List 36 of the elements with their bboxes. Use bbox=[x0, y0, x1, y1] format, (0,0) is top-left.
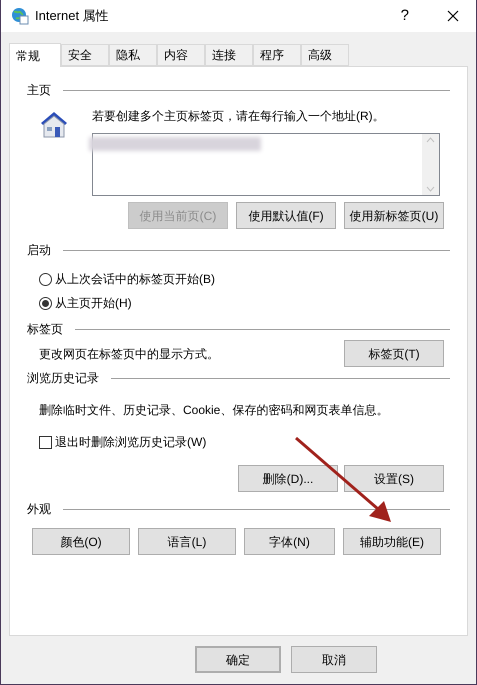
tab[interactable]: 隐私 bbox=[109, 44, 157, 66]
tab[interactable]: 高级 bbox=[301, 44, 349, 66]
group-title: 启动 bbox=[27, 242, 51, 259]
dialog-button[interactable]: 设置(S) bbox=[344, 465, 444, 492]
dialog-button[interactable]: 辅助功能(E) bbox=[343, 528, 441, 555]
dialog-button[interactable]: 字体(N) bbox=[244, 528, 335, 555]
dialog-button[interactable]: 标签页(T) bbox=[344, 340, 444, 367]
dialog-button[interactable]: 使用默认值(F) bbox=[236, 202, 336, 229]
tab[interactable]: 程序 bbox=[253, 44, 301, 66]
radio-button[interactable] bbox=[39, 272, 52, 286]
group-title: 浏览历史记录 bbox=[27, 370, 99, 387]
window-title: Internet 属性 bbox=[35, 7, 109, 26]
radio-option[interactable]: 从上次会话中的标签页开始(B) bbox=[39, 271, 215, 287]
checkbox[interactable] bbox=[39, 436, 52, 448]
tab[interactable]: 常规 bbox=[9, 43, 61, 67]
dialog-button[interactable]: 语言(L) bbox=[138, 528, 236, 555]
instruction-text: 若要创建多个主页标签页，请在每行输入一个地址(R)。 bbox=[92, 108, 386, 125]
globe-icon bbox=[11, 7, 29, 25]
help-button[interactable]: ? bbox=[400, 4, 409, 28]
radio-button[interactable] bbox=[39, 296, 52, 310]
dialog-button[interactable]: 确定 bbox=[195, 646, 281, 673]
dialog-button[interactable]: 使用新标签页(U) bbox=[344, 202, 444, 229]
dialog-button[interactable]: 取消 bbox=[291, 646, 377, 673]
dialog-button[interactable]: 颜色(O) bbox=[32, 528, 130, 555]
group-title: 主页 bbox=[27, 82, 51, 99]
tab[interactable]: 安全 bbox=[61, 44, 109, 66]
close-icon[interactable] bbox=[447, 10, 459, 22]
dialog-button[interactable]: 删除(D)... bbox=[238, 465, 338, 492]
tab[interactable]: 连接 bbox=[205, 44, 253, 66]
radio-option[interactable]: 从主页开始(H) bbox=[39, 295, 132, 311]
checkbox-option[interactable]: 退出时删除浏览历史记录(W) bbox=[39, 433, 206, 451]
tabs-description: 更改网页在标签页中的显示方式。 bbox=[39, 346, 219, 362]
tab[interactable]: 内容 bbox=[157, 44, 205, 66]
group-title: 标签页 bbox=[27, 321, 63, 338]
group-title: 外观 bbox=[27, 501, 51, 518]
history-description: 删除临时文件、历史记录、Cookie、保存的密码和网页表单信息。 bbox=[39, 402, 390, 419]
